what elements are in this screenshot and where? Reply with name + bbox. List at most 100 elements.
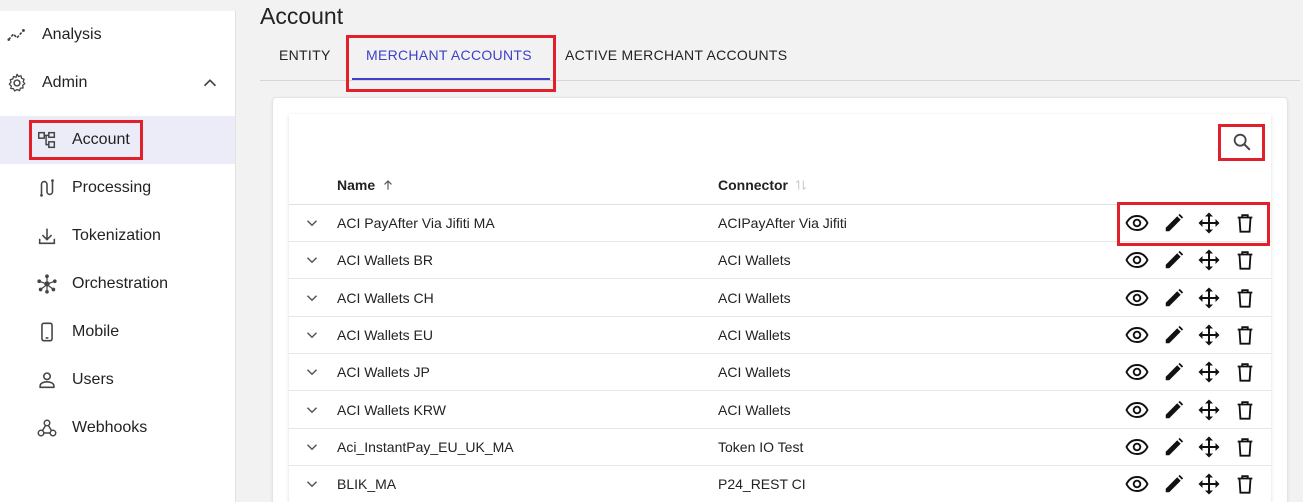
move-button[interactable]	[1196, 472, 1222, 496]
column-header-connector[interactable]: Connector	[718, 177, 808, 193]
sidebar-item-analysis[interactable]: Analysis	[0, 11, 235, 59]
expand-chevron-icon[interactable]	[303, 438, 321, 456]
cell-name: BLIK_MA	[337, 476, 397, 493]
sidebar-item-account[interactable]: Account	[0, 116, 235, 164]
edit-button[interactable]	[1161, 248, 1187, 272]
view-button[interactable]	[1124, 286, 1150, 310]
sidebar-item-label: Orchestration	[72, 275, 169, 292]
move-button[interactable]	[1196, 286, 1222, 310]
move-button[interactable]	[1196, 248, 1222, 272]
move-arrows-icon	[1198, 287, 1220, 309]
move-button[interactable]	[1196, 435, 1222, 459]
expand-chevron-icon[interactable]	[303, 475, 321, 493]
search-button[interactable]	[1228, 129, 1256, 155]
sidebar: Analysis Admin Account Processing Tokeni…	[0, 0, 236, 502]
table-row: Aci_InstantPay_EU_UK_MA Token IO Test	[289, 429, 1271, 466]
edit-pencil-icon	[1165, 288, 1184, 306]
eye-icon	[1125, 326, 1149, 343]
eye-icon	[1125, 215, 1149, 231]
delete-button[interactable]	[1232, 398, 1258, 422]
edit-button[interactable]	[1161, 360, 1187, 384]
delete-button[interactable]	[1232, 211, 1258, 235]
trash-icon	[1237, 251, 1253, 270]
cell-name: ACI Wallets KRW	[337, 401, 446, 418]
table-row: ACI Wallets CH ACI Wallets	[289, 280, 1271, 317]
delete-button[interactable]	[1232, 435, 1258, 459]
sidebar-item-label: Processing	[72, 179, 152, 196]
table-row: ACI PayAfter Via Jifiti MA ACIPayAfter V…	[289, 205, 1271, 242]
move-button[interactable]	[1196, 211, 1222, 235]
delete-button[interactable]	[1232, 286, 1258, 310]
edit-button[interactable]	[1161, 286, 1187, 310]
expand-chevron-icon[interactable]	[303, 326, 321, 344]
delete-button[interactable]	[1232, 360, 1258, 384]
sidebar-item-mobile[interactable]: Mobile	[0, 308, 235, 356]
sidebar-item-admin[interactable]: Admin	[0, 59, 235, 107]
edit-pencil-icon	[1165, 474, 1184, 493]
move-arrows-icon	[1198, 212, 1220, 234]
expand-chevron-icon[interactable]	[303, 289, 321, 307]
sidebar-item-label: Tokenization	[72, 227, 161, 244]
edit-button[interactable]	[1161, 435, 1187, 459]
tab-active-merchant-accounts[interactable]: ACTIVE MERCHANT ACCOUNTS	[565, 36, 787, 80]
tab-entity[interactable]: ENTITY	[279, 36, 331, 80]
delete-button[interactable]	[1232, 323, 1258, 347]
edit-button[interactable]	[1161, 211, 1187, 235]
column-header-name[interactable]: Name	[337, 177, 395, 193]
sidebar-item-processing[interactable]: Processing	[0, 164, 235, 212]
cell-name: ACI Wallets CH	[337, 289, 434, 306]
sidebar-item-orchestration[interactable]: Orchestration	[0, 260, 235, 308]
sidebar-item-label: Mobile	[72, 323, 120, 340]
edit-button[interactable]	[1161, 472, 1187, 496]
mobile-icon	[36, 321, 58, 343]
expand-chevron-icon[interactable]	[303, 251, 321, 269]
tab-bar: ENTITY MERCHANT ACCOUNTS ACTIVE MERCHANT…	[260, 36, 1300, 81]
sidebar-item-webhooks[interactable]: Webhooks	[0, 404, 235, 452]
view-button[interactable]	[1124, 248, 1150, 272]
cell-name: ACI Wallets BR	[337, 252, 433, 269]
trash-icon	[1237, 400, 1253, 420]
sidebar-item-users[interactable]: Users	[0, 356, 235, 404]
table-row: ACI Wallets BR ACI Wallets	[289, 242, 1271, 280]
trash-icon	[1237, 326, 1253, 345]
move-button[interactable]	[1196, 360, 1222, 384]
move-button[interactable]	[1196, 398, 1222, 422]
view-button[interactable]	[1124, 211, 1150, 235]
edit-pencil-icon	[1165, 325, 1184, 344]
edit-pencil-icon	[1165, 363, 1184, 381]
trash-icon	[1237, 438, 1253, 457]
expand-chevron-icon[interactable]	[303, 214, 321, 232]
sidebar-item-tokenization[interactable]: Tokenization	[0, 212, 235, 260]
move-button[interactable]	[1196, 323, 1222, 347]
edit-button[interactable]	[1161, 398, 1187, 422]
edit-button[interactable]	[1161, 323, 1187, 347]
eye-icon	[1125, 364, 1149, 381]
edit-pencil-icon	[1165, 437, 1184, 456]
expand-chevron-icon[interactable]	[303, 401, 321, 419]
move-arrows-icon	[1198, 399, 1220, 420]
trash-icon	[1237, 363, 1253, 382]
processing-route-icon	[36, 177, 58, 199]
webhook-icon	[36, 417, 58, 439]
sidebar-item-label: Account	[72, 131, 130, 148]
table-row: BLIK_MA P24_REST CI	[289, 466, 1271, 502]
view-button[interactable]	[1124, 435, 1150, 459]
cell-connector: ACI Wallets	[718, 289, 791, 306]
expand-chevron-icon[interactable]	[303, 363, 321, 381]
eye-icon	[1125, 289, 1149, 306]
view-button[interactable]	[1124, 398, 1150, 422]
hub-icon	[36, 273, 58, 295]
table-row: ACI Wallets KRW ACI Wallets	[289, 392, 1271, 429]
view-button[interactable]	[1124, 472, 1150, 496]
tab-merchant-accounts[interactable]: MERCHANT ACCOUNTS	[366, 36, 532, 80]
sidebar-item-label: Analysis	[42, 26, 102, 43]
sort-ascending-icon	[384, 180, 393, 190]
view-button[interactable]	[1124, 323, 1150, 347]
delete-button[interactable]	[1232, 248, 1258, 272]
cell-connector: ACI Wallets	[718, 364, 791, 381]
cell-name: Aci_InstantPay_EU_UK_MA	[337, 438, 514, 455]
delete-button[interactable]	[1232, 472, 1258, 496]
eye-icon	[1125, 438, 1149, 455]
view-button[interactable]	[1124, 360, 1150, 384]
chevron-up-icon[interactable]	[199, 72, 221, 94]
